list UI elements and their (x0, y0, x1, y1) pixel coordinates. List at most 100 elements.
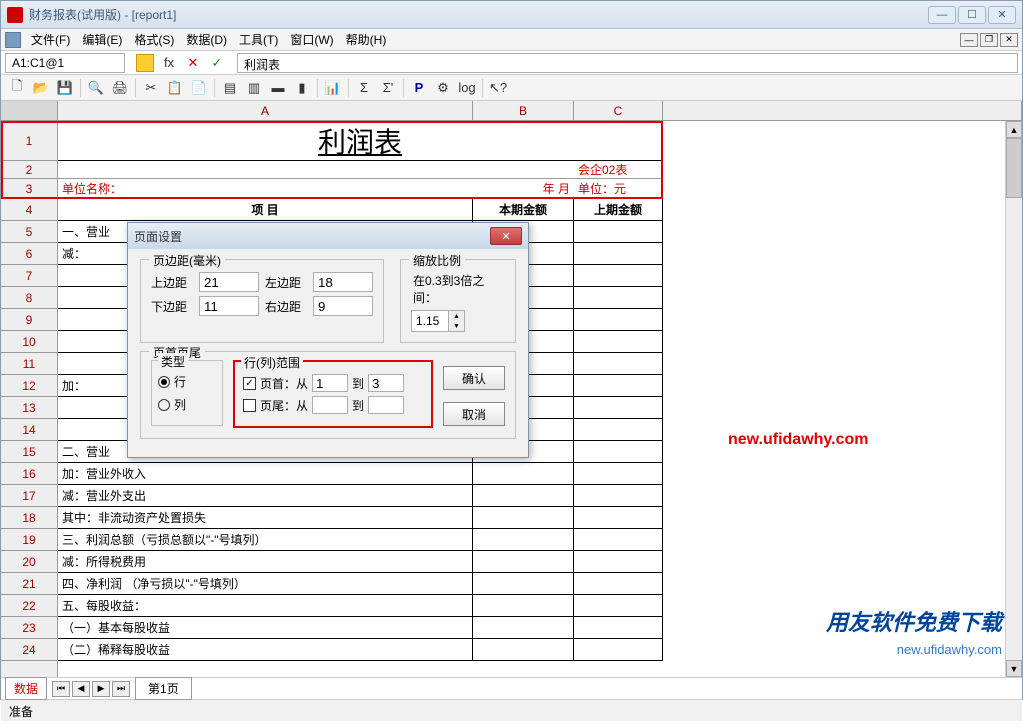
p-icon[interactable]: P (408, 77, 430, 99)
cell-c15[interactable] (574, 441, 663, 462)
nav-next-icon[interactable]: ▶ (92, 681, 110, 697)
cell-c22[interactable] (574, 595, 663, 616)
row-header-3[interactable]: 3 (1, 179, 57, 199)
mdi-minimize[interactable]: — (960, 33, 978, 47)
menu-file[interactable]: 文件(F) (25, 29, 76, 50)
scroll-thumb[interactable] (1006, 138, 1022, 198)
cell-b19[interactable] (473, 529, 574, 550)
cell-a3[interactable]: 单位名称： (58, 179, 473, 198)
row-header-17[interactable]: 17 (1, 485, 57, 507)
cell-b24[interactable] (473, 639, 574, 660)
insert-row-icon[interactable]: ▤ (219, 77, 241, 99)
page-tab[interactable]: 第1页 (135, 677, 192, 700)
cell-b21[interactable] (473, 573, 574, 594)
name-box-icon[interactable] (135, 53, 155, 73)
menu-help[interactable]: 帮助(H) (340, 29, 393, 50)
print-icon[interactable]: 🖨 (109, 77, 131, 99)
cell-b17[interactable] (473, 485, 574, 506)
bottom-margin-input[interactable] (199, 296, 259, 316)
cell-a2[interactable] (58, 161, 473, 178)
header-item[interactable]: 项 目 (58, 199, 473, 220)
col-header-a[interactable]: A (58, 101, 473, 120)
header-checkbox[interactable]: ✓ (243, 377, 256, 390)
footer-from-input[interactable] (312, 396, 348, 414)
cancel-edit-icon[interactable]: ✕ (183, 53, 203, 73)
cell-a20[interactable]: 减：所得税费用 (58, 551, 473, 572)
footer-to-input[interactable] (368, 396, 404, 414)
cell-c7[interactable] (574, 265, 663, 286)
mdi-close[interactable]: ✕ (1000, 33, 1018, 47)
row-header-4[interactable]: 4 (1, 199, 57, 221)
cell-c16[interactable] (574, 463, 663, 484)
cell-c5[interactable] (574, 221, 663, 242)
row-header-5[interactable]: 5 (1, 221, 57, 243)
cell-c17[interactable] (574, 485, 663, 506)
cell-a16[interactable]: 加：营业外收入 (58, 463, 473, 484)
spinner-up-icon[interactable]: ▲ (448, 311, 464, 321)
sigma2-icon[interactable]: Σ' (377, 77, 399, 99)
menu-data[interactable]: 数据(D) (180, 29, 233, 50)
cell-a19[interactable]: 三、利润总额（亏损总额以"-"号填列） (58, 529, 473, 550)
cell-a22[interactable]: 五、每股收益： (58, 595, 473, 616)
row-header-8[interactable]: 8 (1, 287, 57, 309)
cell-c11[interactable] (574, 353, 663, 374)
row-header-1[interactable]: 1 (1, 121, 57, 161)
row-header-9[interactable]: 9 (1, 309, 57, 331)
menu-format[interactable]: 格式(S) (128, 29, 180, 50)
footer-checkbox[interactable] (243, 399, 256, 412)
cell-c18[interactable] (574, 507, 663, 528)
row-header-10[interactable]: 10 (1, 331, 57, 353)
col-header-b[interactable]: B (473, 101, 574, 120)
cell-a18[interactable]: 其中：非流动资产处置损失 (58, 507, 473, 528)
chart-icon[interactable]: 📊 (322, 77, 344, 99)
mdi-restore[interactable]: ❐ (980, 33, 998, 47)
cell-c23[interactable] (574, 617, 663, 638)
left-margin-input[interactable] (313, 272, 373, 292)
scroll-down-icon[interactable]: ▼ (1006, 660, 1022, 677)
cell-a17[interactable]: 减：营业外支出 (58, 485, 473, 506)
cell-c19[interactable] (574, 529, 663, 550)
row-header-11[interactable]: 11 (1, 353, 57, 375)
cell-c21[interactable] (574, 573, 663, 594)
insert-col-icon[interactable]: ▥ (243, 77, 265, 99)
cell-reference-box[interactable]: A1:C1@1 (5, 53, 125, 73)
row-header-13[interactable]: 13 (1, 397, 57, 419)
minimize-button[interactable]: — (928, 6, 956, 24)
cell-c8[interactable] (574, 287, 663, 308)
cell-c3[interactable]: 单位：元 (574, 179, 663, 198)
row-header-19[interactable]: 19 (1, 529, 57, 551)
row-header-15[interactable]: 15 (1, 441, 57, 463)
new-icon[interactable]: 🗋 (6, 77, 28, 99)
row-header-20[interactable]: 20 (1, 551, 57, 573)
cell-b2[interactable] (473, 161, 574, 178)
right-margin-input[interactable] (313, 296, 373, 316)
header-to-input[interactable] (368, 374, 404, 392)
delete-col-icon[interactable]: ▮ (291, 77, 313, 99)
col-header-c[interactable]: C (574, 101, 663, 120)
row-header-16[interactable]: 16 (1, 463, 57, 485)
cell-b3[interactable]: 年 月 (473, 179, 574, 198)
row-header-2[interactable]: 2 (1, 161, 57, 179)
ok-button[interactable]: 确认 (443, 366, 505, 390)
cell-c12[interactable] (574, 375, 663, 396)
menu-edit[interactable]: 编辑(E) (76, 29, 128, 50)
header-current[interactable]: 本期金额 (473, 199, 574, 220)
row-header-6[interactable]: 6 (1, 243, 57, 265)
row-header-24[interactable]: 24 (1, 639, 57, 661)
cell-c10[interactable] (574, 331, 663, 352)
select-all-corner[interactable] (1, 101, 58, 120)
dialog-titlebar[interactable]: 页面设置 ✕ (128, 223, 528, 249)
menu-window[interactable]: 窗口(W) (284, 29, 339, 50)
cell-b18[interactable] (473, 507, 574, 528)
nav-last-icon[interactable]: ⏭ (112, 681, 130, 697)
cell-c24[interactable] (574, 639, 663, 660)
fx-icon[interactable]: fx (159, 53, 179, 73)
cell-c13[interactable] (574, 397, 663, 418)
cell-b22[interactable] (473, 595, 574, 616)
formula-content[interactable]: 利润表 (237, 53, 1018, 73)
col-radio[interactable]: 列 (158, 396, 216, 413)
cell-a21[interactable]: 四、净利润 （净亏损以"-"号填列） (58, 573, 473, 594)
top-margin-input[interactable] (199, 272, 259, 292)
cell-c20[interactable] (574, 551, 663, 572)
scroll-up-icon[interactable]: ▲ (1006, 121, 1022, 138)
